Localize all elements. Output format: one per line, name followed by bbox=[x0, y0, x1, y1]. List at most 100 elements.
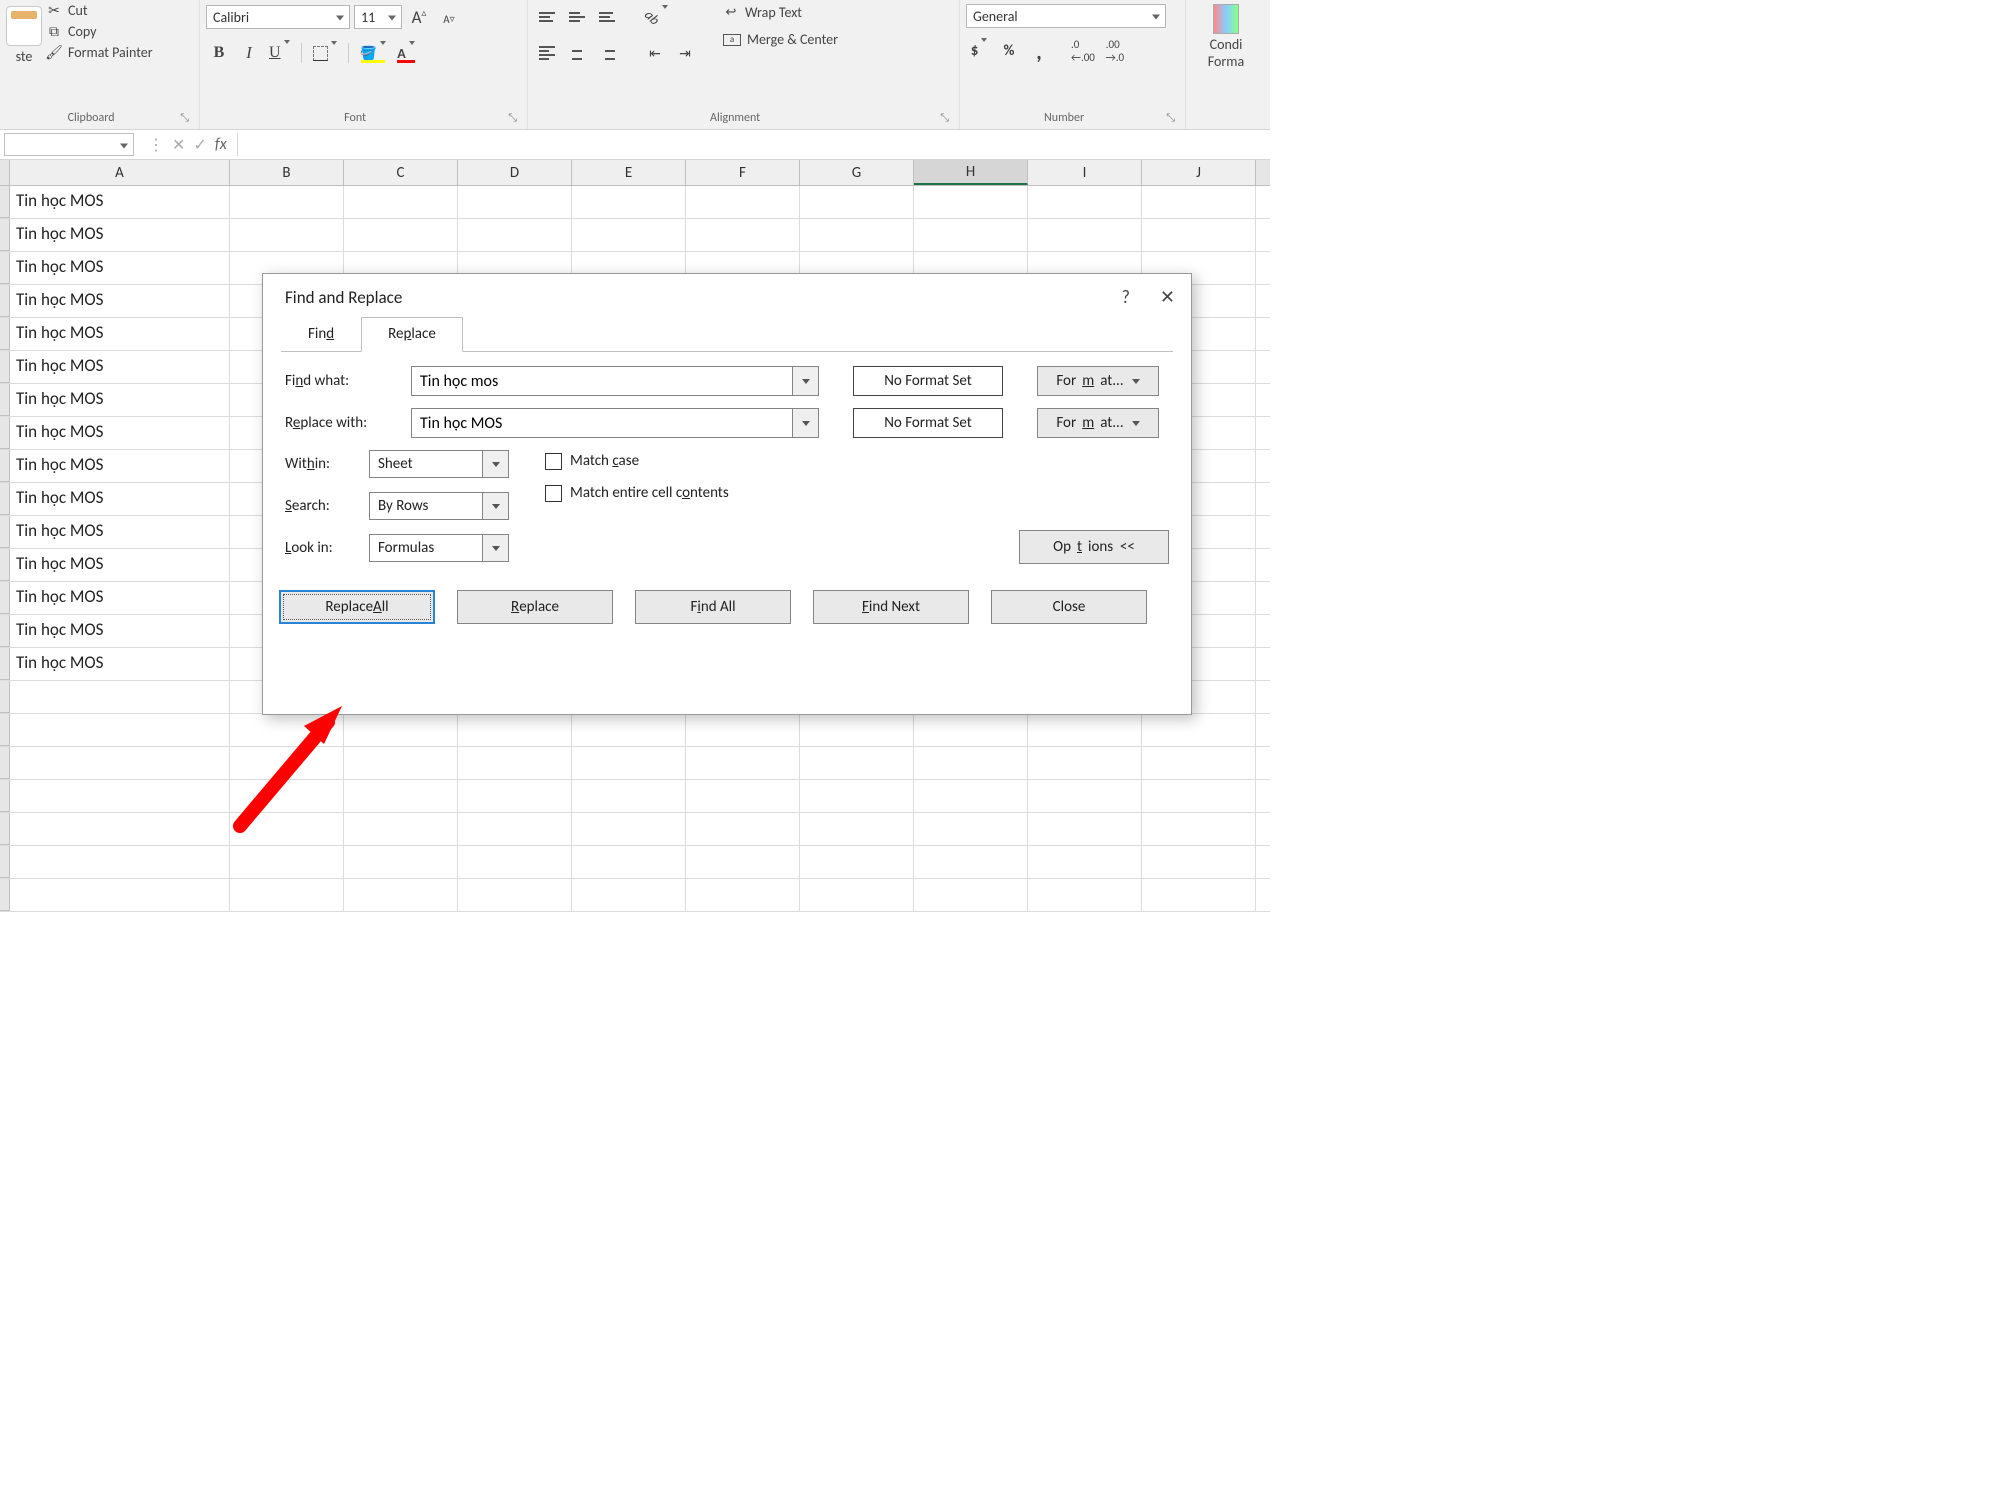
number-dialog-launcher[interactable]: ⤡ bbox=[1162, 111, 1179, 125]
chevron-down-icon[interactable] bbox=[792, 409, 818, 437]
merge-center-button[interactable]: a Merge & Center bbox=[723, 31, 844, 48]
cell[interactable] bbox=[914, 846, 1028, 878]
cell[interactable] bbox=[230, 846, 344, 878]
cell[interactable]: Tin học MOS bbox=[10, 351, 230, 383]
underline-button[interactable]: U bbox=[266, 40, 293, 66]
column-header-B[interactable]: B bbox=[230, 160, 344, 185]
font-color-button[interactable]: A bbox=[393, 40, 419, 66]
borders-button[interactable] bbox=[310, 40, 340, 66]
paste-icon[interactable] bbox=[6, 6, 42, 46]
grow-font-button[interactable]: A▵ bbox=[406, 4, 432, 30]
cell[interactable] bbox=[230, 714, 344, 746]
shrink-font-button[interactable]: A▿ bbox=[436, 4, 462, 30]
cell[interactable] bbox=[458, 747, 572, 779]
cell[interactable] bbox=[458, 879, 572, 911]
cell[interactable]: Tin học MOS bbox=[10, 318, 230, 350]
cell[interactable] bbox=[572, 219, 686, 251]
cell[interactable] bbox=[458, 813, 572, 845]
cell[interactable] bbox=[800, 186, 914, 218]
enter-icon[interactable]: ✓ bbox=[193, 135, 206, 155]
fill-color-button[interactable]: 🪣 bbox=[357, 40, 389, 66]
cell[interactable] bbox=[1028, 714, 1142, 746]
find-what-combo[interactable] bbox=[411, 366, 819, 396]
column-header-C[interactable]: C bbox=[344, 160, 458, 185]
close-icon[interactable]: ✕ bbox=[1160, 286, 1175, 308]
currency-button[interactable]: $ bbox=[966, 38, 992, 64]
cell[interactable] bbox=[458, 219, 572, 251]
chevron-down-icon[interactable] bbox=[792, 367, 818, 395]
cell[interactable] bbox=[686, 813, 800, 845]
cell[interactable]: Tin học MOS bbox=[10, 549, 230, 581]
clipboard-dialog-launcher[interactable]: ⤡ bbox=[176, 111, 193, 125]
formula-bar-input[interactable] bbox=[237, 133, 1270, 156]
find-next-button[interactable]: Find Next bbox=[813, 590, 969, 624]
cell[interactable] bbox=[686, 846, 800, 878]
cell[interactable]: Tin học MOS bbox=[10, 516, 230, 548]
cell[interactable] bbox=[914, 747, 1028, 779]
cell[interactable] bbox=[686, 714, 800, 746]
cell[interactable] bbox=[1142, 879, 1256, 911]
cell[interactable] bbox=[10, 681, 230, 713]
replace-with-combo[interactable] bbox=[411, 408, 819, 438]
cell[interactable]: Tin học MOS bbox=[10, 648, 230, 680]
cell[interactable]: Tin học MOS bbox=[10, 219, 230, 251]
find-all-button[interactable]: Find All bbox=[635, 590, 791, 624]
help-button[interactable]: ? bbox=[1122, 286, 1130, 308]
replace-button[interactable]: Replace bbox=[457, 590, 613, 624]
cancel-icon[interactable]: ✕ bbox=[172, 135, 185, 155]
cell[interactable] bbox=[344, 186, 458, 218]
cell[interactable] bbox=[230, 219, 344, 251]
column-header-D[interactable]: D bbox=[458, 160, 572, 185]
find-what-input[interactable] bbox=[412, 367, 792, 395]
cell[interactable] bbox=[1142, 186, 1256, 218]
align-left-button[interactable] bbox=[534, 40, 560, 66]
cell[interactable] bbox=[230, 747, 344, 779]
cell[interactable] bbox=[458, 780, 572, 812]
cell[interactable] bbox=[344, 813, 458, 845]
match-entire-checkbox[interactable]: Match entire cell contents bbox=[545, 484, 729, 502]
cell[interactable] bbox=[230, 813, 344, 845]
cell[interactable] bbox=[10, 846, 230, 878]
lookin-combo[interactable]: Formulas bbox=[369, 534, 509, 562]
cell[interactable] bbox=[800, 813, 914, 845]
cell[interactable] bbox=[686, 186, 800, 218]
cell[interactable] bbox=[10, 879, 230, 911]
select-all-corner[interactable] bbox=[0, 160, 10, 185]
within-combo[interactable]: Sheet bbox=[369, 450, 509, 478]
cell[interactable] bbox=[686, 780, 800, 812]
cell[interactable] bbox=[230, 780, 344, 812]
cell[interactable] bbox=[1028, 186, 1142, 218]
cell[interactable] bbox=[10, 780, 230, 812]
cell[interactable] bbox=[344, 714, 458, 746]
cell[interactable] bbox=[914, 714, 1028, 746]
cell[interactable]: Tin học MOS bbox=[10, 252, 230, 284]
cell[interactable] bbox=[800, 747, 914, 779]
percent-button[interactable]: % bbox=[996, 38, 1022, 64]
cell[interactable] bbox=[1142, 219, 1256, 251]
align-right-button[interactable] bbox=[594, 40, 620, 66]
cell[interactable] bbox=[572, 813, 686, 845]
column-header-E[interactable]: E bbox=[572, 160, 686, 185]
cell[interactable] bbox=[1142, 846, 1256, 878]
conditional-formatting-icon[interactable] bbox=[1213, 4, 1239, 34]
cell[interactable] bbox=[10, 714, 230, 746]
cell[interactable]: Tin học MOS bbox=[10, 450, 230, 482]
match-case-checkbox[interactable]: Match case bbox=[545, 452, 729, 470]
cell[interactable]: Tin học MOS bbox=[10, 285, 230, 317]
column-header-I[interactable]: I bbox=[1028, 160, 1142, 185]
column-header-H[interactable]: H bbox=[914, 160, 1028, 185]
cell[interactable] bbox=[344, 219, 458, 251]
cell[interactable] bbox=[1028, 813, 1142, 845]
number-format-combo[interactable]: General bbox=[966, 4, 1166, 28]
fx-icon[interactable]: fx bbox=[215, 135, 227, 154]
cell[interactable]: Tin học MOS bbox=[10, 384, 230, 416]
italic-button[interactable]: I bbox=[236, 40, 262, 66]
cell[interactable] bbox=[10, 813, 230, 845]
chevron-down-icon[interactable] bbox=[482, 493, 508, 519]
find-format-button[interactable]: Format... bbox=[1037, 366, 1159, 396]
cell[interactable]: Tin học MOS bbox=[10, 615, 230, 647]
replace-all-button[interactable]: Replace All bbox=[279, 590, 435, 624]
replace-with-input[interactable] bbox=[412, 409, 792, 437]
cell[interactable] bbox=[344, 780, 458, 812]
font-name-combo[interactable]: Calibri bbox=[206, 5, 350, 29]
